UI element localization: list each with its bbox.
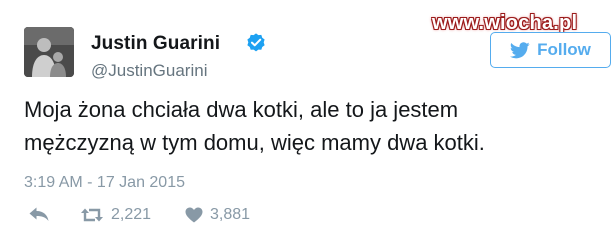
avatar[interactable] [24,27,74,77]
reply-button[interactable] [28,206,50,222]
like-button[interactable]: 3,881 [185,206,250,224]
tweet-text-line: Moja żona chciała dwa kotki, ale to ja j… [24,97,459,122]
retweet-count: 2,221 [111,206,152,223]
verified-badge-icon [247,33,265,52]
tweet-text-line: mężczyzną w tym domu, więc mamy dwa kotk… [24,130,485,155]
reply-icon [29,207,49,221]
follow-button[interactable]: Follow [490,32,611,68]
tweet-text: Moja żona chciała dwa kotki, ale to ja j… [24,93,604,159]
heart-icon [185,207,203,223]
follow-button-label: Follow [537,40,591,59]
tweet-card: www.wiocha.pl Justin Guarini @JustinGuar… [0,0,615,250]
like-count: 3,881 [210,206,251,223]
bird-icon [510,41,530,58]
tweet-timestamp[interactable]: 3:19 AM - 17 Jan 2015 [24,174,185,192]
user-handle[interactable]: @JustinGuarini [91,61,207,81]
display-name[interactable]: Justin Guarini [91,33,220,55]
retweet-icon [81,208,103,222]
retweet-button[interactable]: 2,221 [80,206,151,224]
